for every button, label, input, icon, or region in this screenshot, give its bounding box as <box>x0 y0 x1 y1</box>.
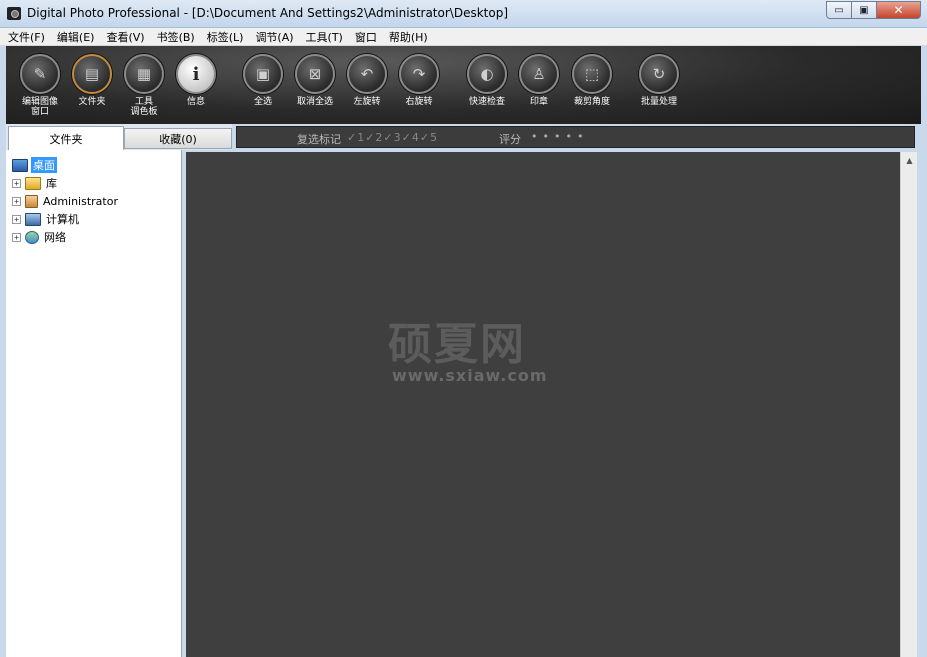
toolbar-label: 全选 <box>253 97 272 107</box>
tool-palette-button[interactable]: ▦ 工具 调色板 <box>114 54 174 117</box>
info-icon: i <box>176 54 216 94</box>
menu-tools[interactable]: 工具(T) <box>306 29 343 45</box>
folder-panel: 文件夹 收藏(0) 桌面 + 库 + Administrator + 计算机 +… <box>6 124 232 657</box>
tree-item-library[interactable]: + 库 <box>12 174 182 192</box>
title-bar: Digital Photo Professional - [D:\Documen… <box>0 0 927 28</box>
tree-item-label[interactable]: 桌面 <box>31 157 57 173</box>
quick-check-icon: ◐ <box>467 54 507 94</box>
vertical-scrollbar[interactable]: ▲ <box>900 152 917 657</box>
menu-adjust[interactable]: 调节(A) <box>255 29 293 45</box>
select-all-button[interactable]: ▣ 全选 <box>233 54 293 107</box>
info-button[interactable]: i 信息 <box>166 54 226 107</box>
close-button[interactable]: ✕ <box>877 1 921 19</box>
quick-check-button[interactable]: ◐ 快速检查 <box>457 54 517 107</box>
menu-help[interactable]: 帮助(H) <box>389 29 428 45</box>
folder-tree: 桌面 + 库 + Administrator + 计算机 + 网络 <box>12 156 182 246</box>
window-title: Digital Photo Professional - [D:\Documen… <box>27 6 509 20</box>
batch-process-button[interactable]: ↻ 批量处理 <box>629 54 689 107</box>
scroll-up-icon[interactable]: ▲ <box>901 152 918 169</box>
deselect-all-icon: ⊠ <box>295 54 335 94</box>
panel-tabs: 文件夹 收藏(0) <box>6 124 232 150</box>
check-mark-filter[interactable]: ✓1✓2✓3✓4✓5 <box>347 131 438 144</box>
menu-edit[interactable]: 编辑(E) <box>57 29 95 45</box>
toolbar-label: 信息 <box>186 97 205 107</box>
tab-folder[interactable]: 文件夹 <box>8 126 124 150</box>
toolbar-label: 右旋转 <box>405 97 433 107</box>
watermark-url: www.sxiaw.com <box>392 366 548 385</box>
toolbar-label: 快速检查 <box>468 97 505 107</box>
menu-label[interactable]: 标签(L) <box>207 29 244 45</box>
crop-angle-button[interactable]: ⬚ 裁剪角度 <box>562 54 622 107</box>
edit-image-window-button[interactable]: ✎ 编辑图像 窗口 <box>10 54 70 117</box>
menu-bookmark[interactable]: 书签(B) <box>157 29 195 45</box>
check-mark-label: 复选标记 <box>297 133 341 146</box>
stamp-icon: ♙ <box>519 54 559 94</box>
rating-filter[interactable]: ••••• <box>531 130 588 143</box>
expand-icon[interactable]: + <box>12 214 21 224</box>
tree-item-label[interactable]: 计算机 <box>44 211 81 227</box>
camera-app-icon <box>7 7 21 20</box>
rotate-right-button[interactable]: ↷ 右旋转 <box>389 54 449 107</box>
tree-item-desktop[interactable]: 桌面 <box>12 156 182 174</box>
toolbar-label: 批量处理 <box>640 97 677 107</box>
tree-item-label[interactable]: Administrator <box>41 195 120 208</box>
menu-file[interactable]: 文件(F) <box>8 29 45 45</box>
toolbar-label: 左旋转 <box>353 97 381 107</box>
toolbar-label: 文件夹 <box>78 97 106 107</box>
stamp-button[interactable]: ♙ 印章 <box>509 54 569 107</box>
library-icon <box>25 176 41 190</box>
menu-window[interactable]: 窗口 <box>355 29 377 45</box>
network-icon <box>25 230 39 244</box>
tree-item-label[interactable]: 库 <box>44 175 59 191</box>
menu-bar: 文件(F) 编辑(E) 查看(V) 书签(B) 标签(L) 调节(A) 工具(T… <box>0 28 927 46</box>
folder-button[interactable]: ▤ 文件夹 <box>62 54 122 107</box>
tree-item-label[interactable]: 网络 <box>42 229 68 245</box>
minimize-button[interactable]: ▭ <box>826 1 852 19</box>
toolbar-label: 工具 调色板 <box>130 97 158 117</box>
expand-icon[interactable]: + <box>12 232 21 242</box>
menu-view[interactable]: 查看(V) <box>106 29 144 45</box>
rotate-left-icon: ↶ <box>347 54 387 94</box>
filter-bar: 复选标记 ✓1✓2✓3✓4✓5 评分 ••••• <box>236 126 915 148</box>
expand-icon[interactable]: + <box>12 196 21 206</box>
expand-icon[interactable]: + <box>12 178 21 188</box>
toolbar-label: 印章 <box>529 97 548 107</box>
thumbnail-viewer[interactable] <box>186 152 900 657</box>
rotate-right-icon: ↷ <box>399 54 439 94</box>
select-all-icon: ▣ <box>243 54 283 94</box>
deselect-all-button[interactable]: ⊠ 取消全选 <box>285 54 345 107</box>
tool-palette-icon: ▦ <box>124 54 164 94</box>
toolbar-label: 取消全选 <box>296 97 333 107</box>
edit-image-icon: ✎ <box>20 54 60 94</box>
main-toolbar: ✎ 编辑图像 窗口 ▤ 文件夹 ▦ 工具 调色板 i 信息 ▣ 全选 ⊠ 取消全… <box>6 46 921 124</box>
toolbar-label: 编辑图像 窗口 <box>21 97 58 117</box>
watermark-text: 硕夏网 <box>388 319 526 370</box>
rotate-left-button[interactable]: ↶ 左旋转 <box>337 54 397 107</box>
folder-icon: ▤ <box>72 54 112 94</box>
tab-favorites[interactable]: 收藏(0) <box>124 128 232 149</box>
computer-icon <box>25 212 41 226</box>
desktop-icon <box>12 158 28 172</box>
batch-process-icon: ↻ <box>639 54 679 94</box>
window-controls: ▭ ▣ ✕ <box>826 1 921 19</box>
tree-item-administrator[interactable]: + Administrator <box>12 192 182 210</box>
tree-item-computer[interactable]: + 计算机 <box>12 210 182 228</box>
maximize-button[interactable]: ▣ <box>852 1 877 19</box>
tree-item-network[interactable]: + 网络 <box>12 228 182 246</box>
toolbar-label: 裁剪角度 <box>573 97 610 107</box>
rating-label: 评分 <box>499 133 521 146</box>
user-folder-icon <box>25 194 38 208</box>
crop-angle-icon: ⬚ <box>572 54 612 94</box>
